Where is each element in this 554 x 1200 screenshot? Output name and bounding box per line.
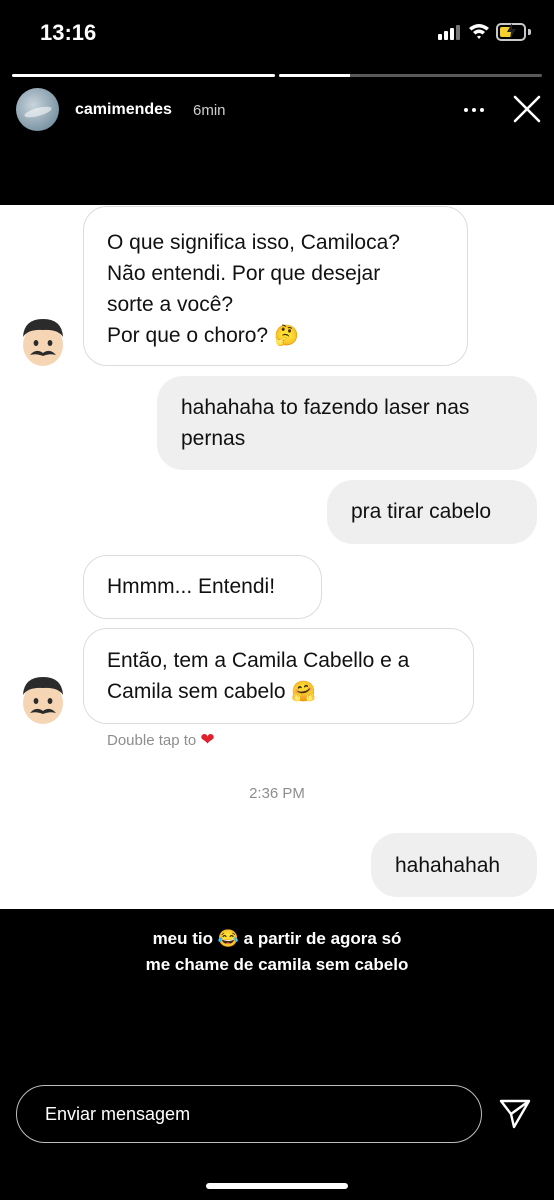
message-line: O que significa isso, Camiloca? (107, 231, 400, 254)
story-username[interactable]: camimendes (75, 101, 172, 119)
message-timestamp: 2:36 PM (249, 785, 305, 802)
message-line: pra tirar cabelo (351, 500, 492, 523)
signal-icon (438, 24, 460, 40)
battery-icon (496, 23, 526, 41)
caption-text: meu tio (152, 929, 214, 948)
man-emoji-icon (23, 677, 63, 724)
message-bubble-outgoing: hahahaha to fazendo laser nas pernas (157, 376, 537, 470)
double-tap-text: Double tap to (107, 732, 197, 749)
status-time: 13:16 (40, 20, 97, 45)
close-icon[interactable] (512, 94, 542, 124)
laughing-emoji: 😂 (217, 929, 239, 948)
caption-text: me chame de camila sem cabelo (145, 955, 409, 974)
home-indicator (206, 1183, 348, 1189)
message-line: sorte a você? (107, 293, 234, 316)
message-line: hahahaha to fazendo laser nas (181, 396, 470, 419)
more-options-button[interactable] (460, 96, 488, 124)
paper-plane-icon[interactable] (498, 1098, 532, 1130)
story-header: camimendes 6min (0, 84, 554, 136)
reply-message-input[interactable] (16, 1085, 482, 1143)
story-progress (12, 74, 542, 77)
double-tap-hint: Double tap to ❤ (107, 730, 215, 750)
avatar[interactable] (16, 88, 59, 131)
chat-screenshot: O que significa isso, Camiloca? Não ente… (0, 205, 554, 909)
caption-text: a partir de agora só (243, 929, 402, 948)
battery-tip (528, 29, 531, 35)
story-progress-segment (279, 74, 542, 77)
story-time: 6min (193, 102, 226, 119)
man-emoji-icon (23, 319, 63, 366)
message-line: hahahahah (395, 854, 501, 877)
message-bubble-incoming: Hmmm... Entendi! (83, 555, 322, 619)
story-caption: meu tio 😂 a partir de agora só me chame … (0, 926, 554, 978)
message-line: Camila sem cabelo (107, 680, 286, 703)
story-progress-segment (12, 74, 275, 77)
status-bar: 13:16 (0, 0, 554, 66)
message-bubble-incoming: Então, tem a Camila Cabello e a Camila s… (83, 628, 474, 724)
message-line: Não entendi. Por que desejar (107, 262, 381, 285)
message-line: pernas (181, 427, 246, 450)
message-line: Então, tem a Camila Cabello e a (107, 649, 410, 672)
message-bubble-outgoing: hahahahah (371, 833, 537, 897)
message-bubble-outgoing: pra tirar cabelo (327, 480, 537, 544)
thinking-emoji: 🤔 (273, 325, 299, 347)
wifi-icon (469, 24, 489, 39)
hugging-emoji: 🤗 (291, 681, 317, 703)
message-bubble-incoming: O que significa isso, Camiloca? Não ente… (83, 206, 468, 366)
message-line: Por que o choro? (107, 324, 269, 347)
heart-icon: ❤ (200, 730, 215, 749)
message-line: Hmmm... Entendi! (107, 575, 276, 598)
